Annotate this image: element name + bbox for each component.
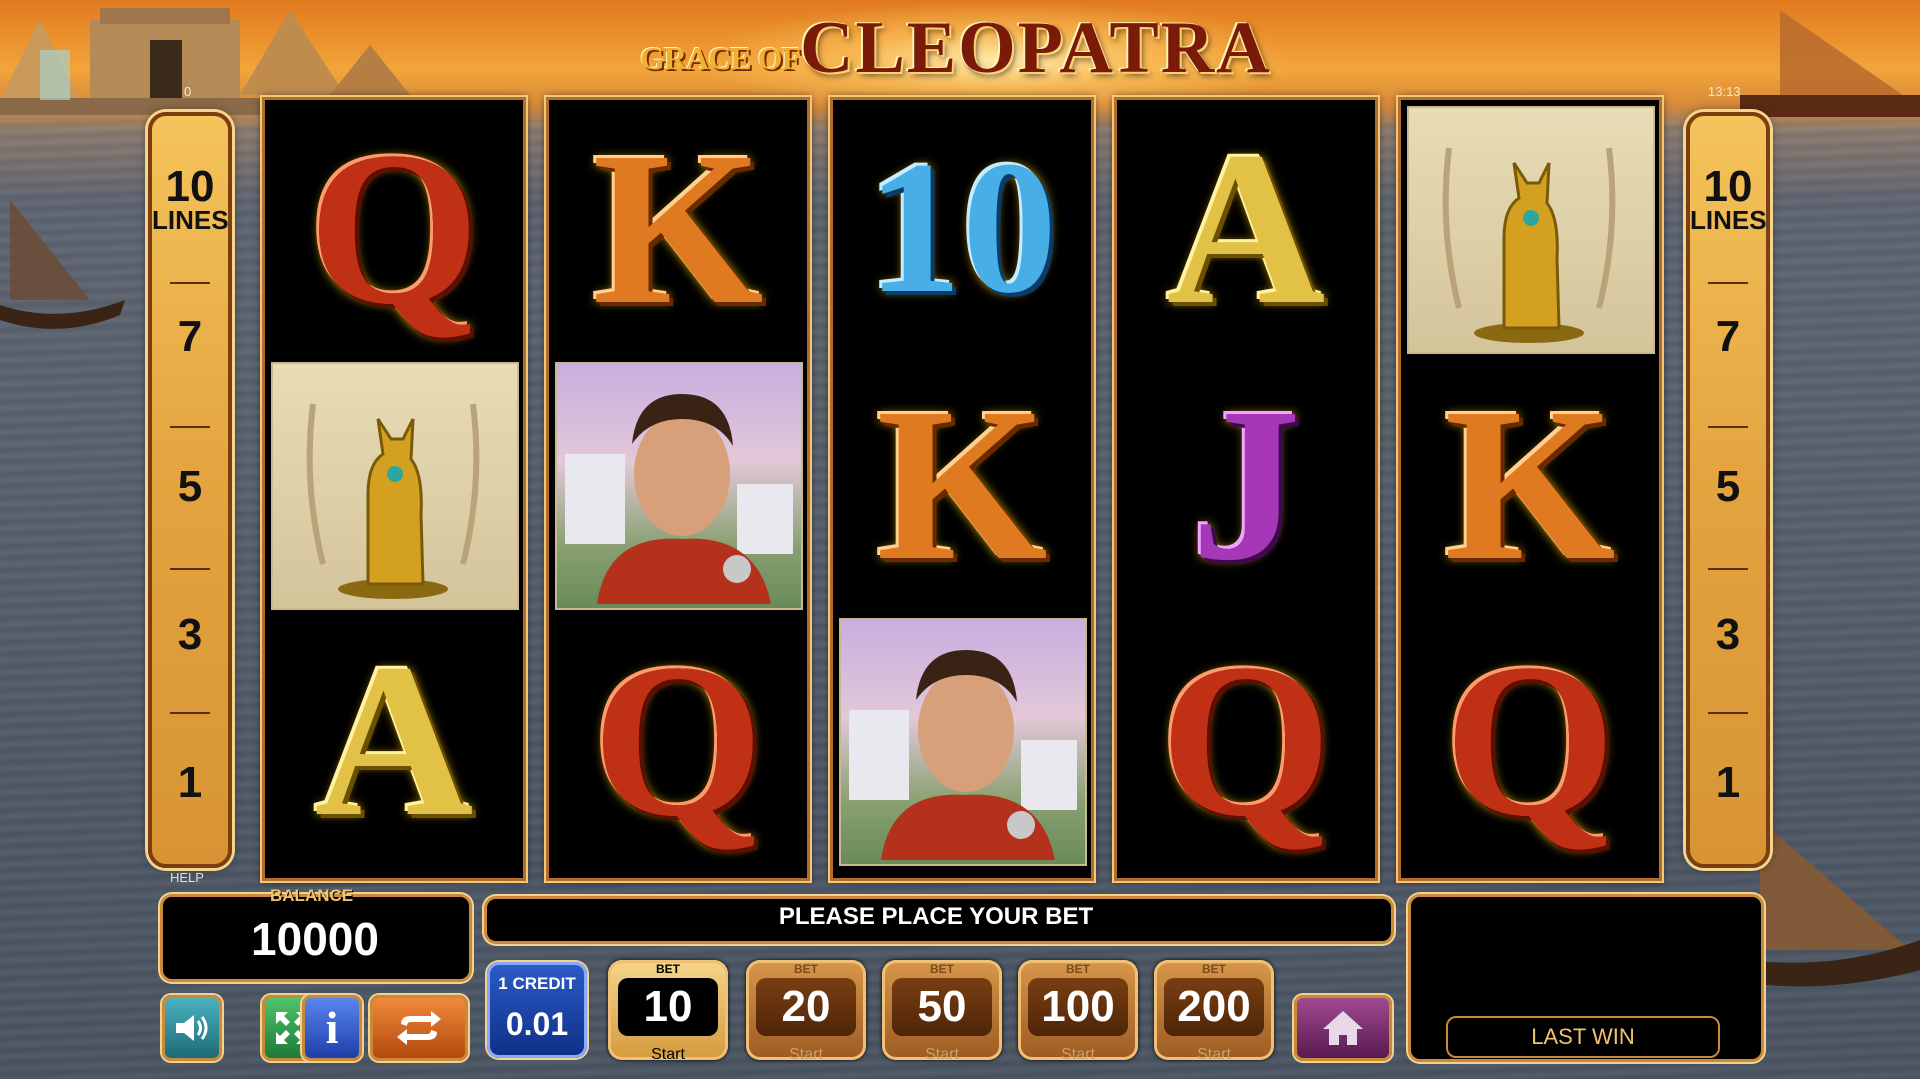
boat-scenery-right bbox=[1740, 10, 1920, 117]
reel-2: KQ bbox=[546, 97, 810, 881]
symbol-k: K bbox=[1401, 356, 1659, 612]
info-button[interactable]: i bbox=[302, 995, 362, 1061]
lines-7-button-left[interactable]: 7 bbox=[152, 312, 228, 362]
start-label: Start bbox=[651, 1046, 685, 1063]
symbol-q-icon: Q bbox=[592, 618, 764, 862]
credit-selector[interactable]: 1 CREDIT 0.01 bbox=[487, 962, 587, 1058]
start-label: Start bbox=[1061, 1046, 1095, 1063]
symbol-cat bbox=[1401, 100, 1659, 356]
symbol-k: K bbox=[833, 356, 1091, 612]
symbol-j: J bbox=[1117, 356, 1375, 612]
clock-label: 13:13 bbox=[1708, 84, 1741, 99]
message-text: PLEASE PLACE YOUR BET bbox=[778, 903, 1094, 930]
sound-button[interactable] bbox=[162, 995, 222, 1061]
bet-value: 10 bbox=[618, 978, 718, 1036]
boat-scenery-left bbox=[0, 200, 125, 329]
symbol-q-icon: Q bbox=[308, 106, 480, 350]
bet-100-button[interactable]: BET 100 Start bbox=[1018, 960, 1138, 1063]
symbol-a: A bbox=[1117, 100, 1375, 356]
credit-label: 1 CREDIT bbox=[498, 974, 576, 993]
lines-max-button-right[interactable]: 10 LINES bbox=[1690, 165, 1767, 233]
bet-label: BET bbox=[1202, 962, 1226, 976]
counter-label: 0 bbox=[184, 84, 192, 99]
symbol-a-icon: A bbox=[1166, 106, 1326, 350]
bet-value: 50 bbox=[892, 978, 992, 1036]
bet-200-button[interactable]: BET 200 Start bbox=[1154, 960, 1274, 1063]
cat-statue-icon bbox=[271, 362, 519, 610]
symbol-a: A bbox=[265, 612, 523, 868]
help-label[interactable]: HELP bbox=[170, 870, 204, 885]
lines-max-button-left[interactable]: 10 LINES bbox=[152, 165, 229, 233]
symbol-cat bbox=[265, 356, 523, 612]
bet-50-button[interactable]: BET 50 Start bbox=[882, 960, 1002, 1063]
lines-3-button-right[interactable]: 3 bbox=[1690, 610, 1766, 660]
symbol-a-icon: A bbox=[314, 618, 474, 862]
balance-value: 10000 bbox=[251, 913, 379, 965]
bet-label: BET bbox=[794, 962, 818, 976]
symbol-q: Q bbox=[265, 100, 523, 356]
lines-1-button-left[interactable]: 1 bbox=[152, 758, 228, 808]
roman-man-icon bbox=[555, 362, 803, 610]
home-button[interactable] bbox=[1294, 995, 1392, 1061]
reel-5: KQ bbox=[1398, 97, 1662, 881]
lines-7-button-right[interactable]: 7 bbox=[1690, 312, 1766, 362]
bet-value: 100 bbox=[1028, 978, 1128, 1036]
symbol-10-icon: 10 bbox=[867, 123, 1057, 333]
symbol-k-icon: K bbox=[592, 106, 764, 350]
home-icon bbox=[1323, 1011, 1363, 1045]
autoplay-button[interactable] bbox=[370, 995, 468, 1061]
info-icon: i bbox=[325, 1002, 339, 1053]
logo-title: CLEOPATRA bbox=[800, 7, 1272, 89]
symbol-j-icon: J bbox=[1191, 362, 1301, 606]
last-win-label: LAST WIN bbox=[1446, 1016, 1720, 1058]
lines-1-button-right[interactable]: 1 bbox=[1690, 758, 1766, 808]
bet-20-button[interactable]: BET 20 Start bbox=[746, 960, 866, 1063]
lines-5-button-right[interactable]: 5 bbox=[1690, 462, 1766, 512]
roman-man-icon bbox=[839, 618, 1087, 866]
cat-statue-icon bbox=[1407, 106, 1655, 354]
autoplay-icon bbox=[397, 1011, 441, 1045]
symbol-q: Q bbox=[549, 612, 807, 868]
reel-1: QA bbox=[262, 97, 526, 881]
symbol-k-icon: K bbox=[1444, 362, 1616, 606]
reel-4: AJQ bbox=[1114, 97, 1378, 881]
bet-value: 200 bbox=[1164, 978, 1264, 1036]
symbol-q: Q bbox=[1401, 612, 1659, 868]
speaker-icon bbox=[176, 1015, 208, 1041]
symbol-man bbox=[549, 356, 807, 612]
symbol-q: Q bbox=[1117, 612, 1375, 868]
credit-value: 0.01 bbox=[505, 1006, 569, 1042]
logo-subtitle: GRACE OF bbox=[640, 40, 801, 76]
reel-3: 10 K bbox=[830, 97, 1094, 881]
start-label: Start bbox=[789, 1046, 823, 1063]
bet-label: BET bbox=[1066, 962, 1090, 976]
start-label: Start bbox=[925, 1046, 959, 1063]
lines-3-button-left[interactable]: 3 bbox=[152, 610, 228, 660]
symbol-q-icon: Q bbox=[1444, 618, 1616, 862]
payline-selector-left[interactable]: 10 LINES 7 5 3 1 bbox=[148, 112, 232, 868]
bet-10-button[interactable]: BET 10 Start bbox=[608, 960, 728, 1063]
lines-5-button-left[interactable]: 5 bbox=[152, 462, 228, 512]
payline-selector-right[interactable]: 10 LINES 7 5 3 1 bbox=[1686, 112, 1770, 868]
symbol-man bbox=[833, 612, 1091, 868]
symbol-k: K bbox=[549, 100, 807, 356]
symbol-q-icon: Q bbox=[1160, 618, 1332, 862]
bet-label: BET bbox=[930, 962, 954, 976]
symbol-k-icon: K bbox=[876, 362, 1048, 606]
bet-label: BET bbox=[656, 962, 680, 976]
bet-value: 20 bbox=[756, 978, 856, 1036]
start-label: Start bbox=[1197, 1046, 1231, 1063]
symbol-10: 10 bbox=[833, 100, 1091, 356]
balance-label: BALANCE bbox=[270, 886, 354, 905]
